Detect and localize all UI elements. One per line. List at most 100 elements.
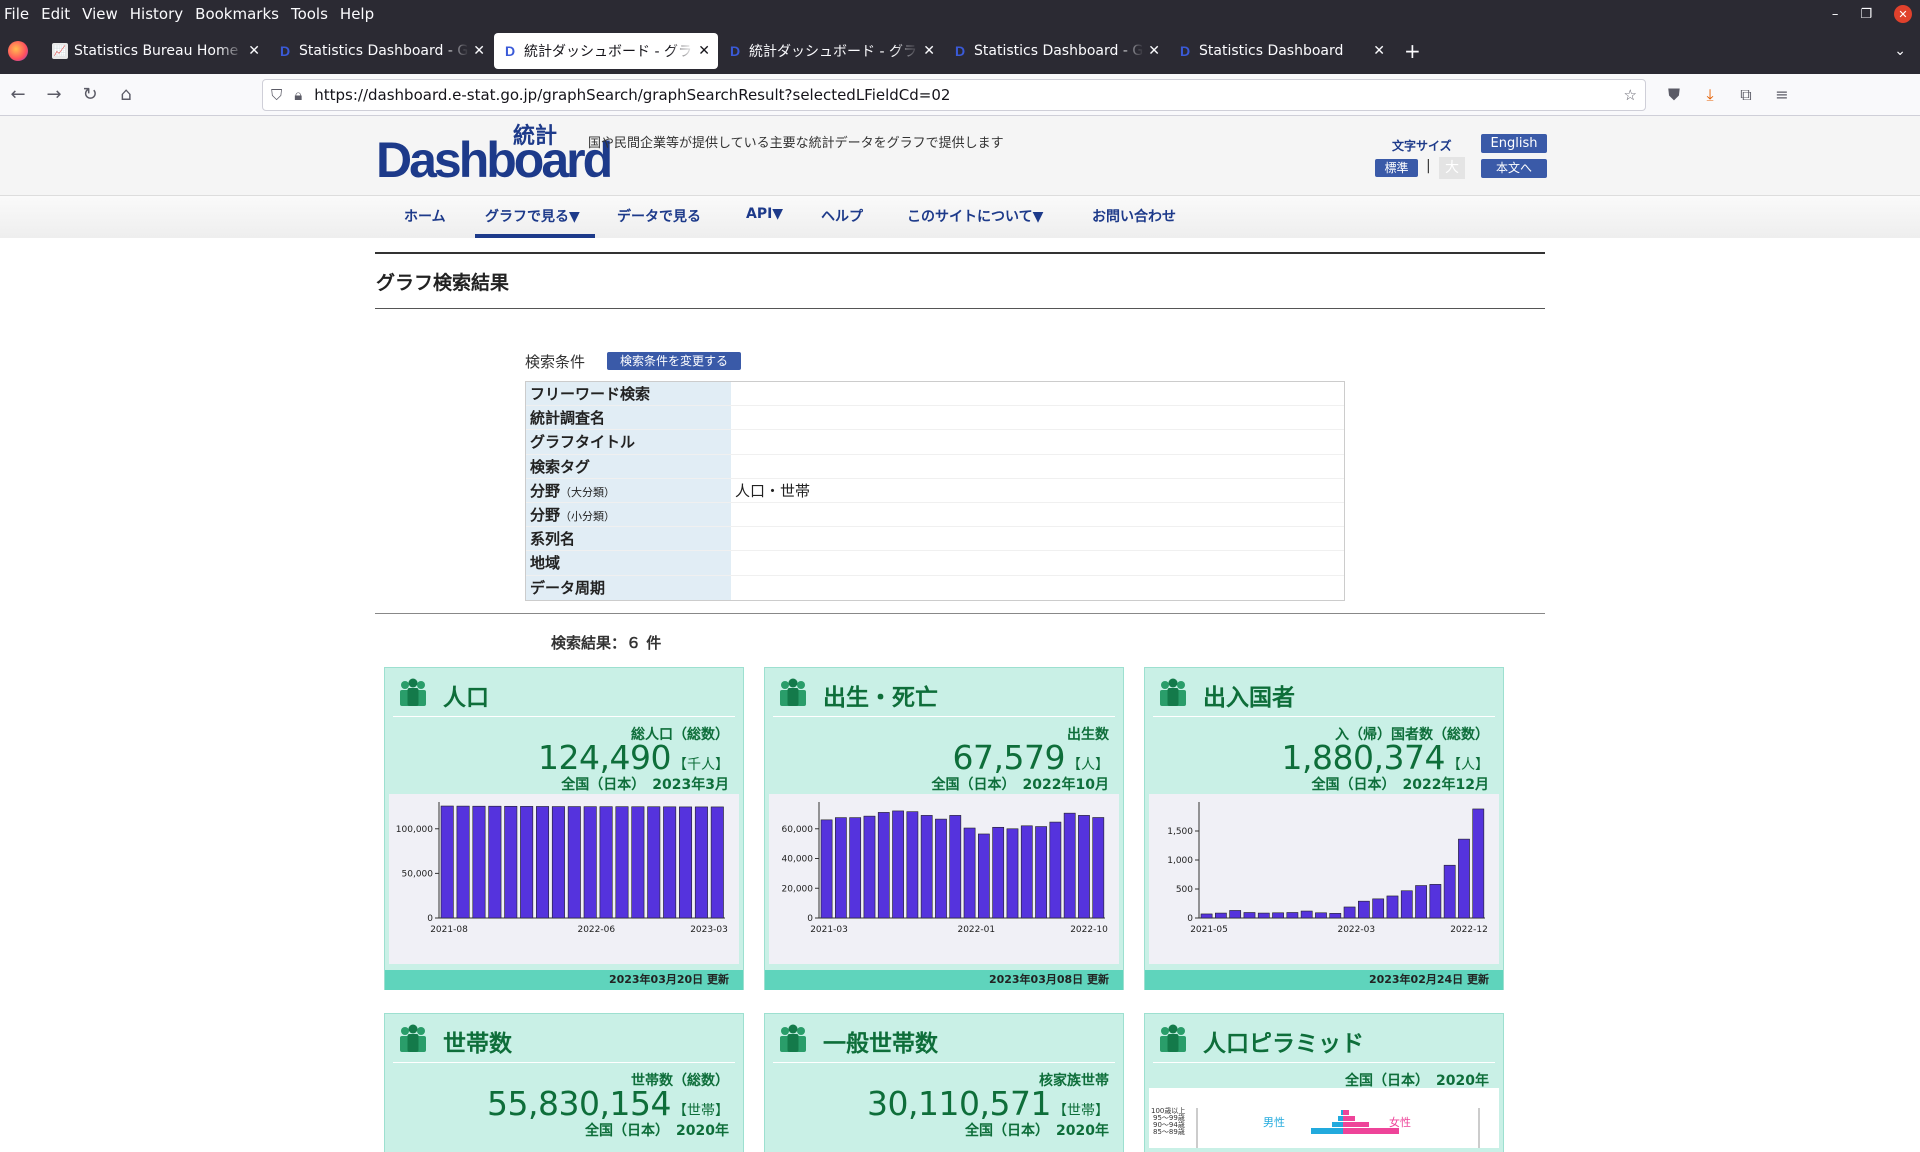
skip-to-main-button[interactable]: 本文へ — [1481, 159, 1547, 178]
nav-api[interactable]: API▼ — [746, 206, 783, 222]
population-pyramid-chart[interactable]: 100歳以上 95～99歳 90～94歳 85～89歳 男性 女性 — [1149, 1088, 1499, 1148]
bar — [1400, 890, 1413, 919]
y-tick-label: 50,000 — [402, 869, 434, 879]
people-icon — [400, 1024, 426, 1052]
pocket-icon[interactable]: ⛊ — [1658, 85, 1690, 105]
close-tab-icon[interactable]: ✕ — [248, 43, 260, 59]
lock-icon[interactable]: 🔒︎ — [294, 86, 302, 104]
change-conditions-button[interactable]: 検索条件を変更する — [607, 352, 741, 370]
card-value: 1,880,374 — [1281, 738, 1446, 777]
pyramid-bar-male — [1338, 1116, 1343, 1121]
back-icon[interactable]: ← — [0, 84, 36, 105]
font-standard-button[interactable]: 標準 — [1375, 159, 1418, 177]
dashboard-favicon-icon: D — [729, 43, 741, 59]
graph-card-households[interactable]: 世帯数 世帯数（総数） 55,830,154 【世帯】 全国（日本） 2020年 — [384, 1013, 744, 1152]
tab-statistics-bureau[interactable]: 📈 Statistics Bureau Home P ✕ — [44, 33, 268, 69]
nav-graph[interactable]: グラフで見る▼ — [485, 206, 580, 226]
condition-key: グラフタイトル — [530, 433, 636, 452]
list-all-tabs-icon[interactable]: ⌄ — [1894, 43, 1920, 59]
reload-icon[interactable]: ↻ — [72, 84, 108, 105]
bar — [892, 810, 904, 919]
condition-key: フリーワード検索 — [530, 385, 651, 403]
bar — [992, 826, 1005, 919]
bookmark-star-icon[interactable]: ☆ — [1624, 86, 1637, 104]
menu-help[interactable]: Help — [334, 5, 380, 23]
nav-help[interactable]: ヘルプ — [821, 206, 863, 226]
card-unit: 【人】 — [1447, 757, 1489, 773]
divider — [375, 613, 1545, 614]
y-tick-label: 60,000 — [782, 825, 814, 835]
bar — [551, 806, 565, 919]
graph-card-population-pyramid[interactable]: 人口ピラミッド 全国（日本） 2020年 100歳以上 95～99歳 90～94… — [1144, 1013, 1504, 1152]
card-value: 124,490 — [538, 738, 671, 777]
condition-value: 人口・世帯 — [735, 481, 811, 500]
chart-favicon-icon: 📈 — [52, 43, 68, 59]
close-tab-icon[interactable]: ✕ — [1373, 43, 1385, 59]
graph-card-population[interactable]: 人口 総人口（総数） 124,490 【千人】 全国（日本） 2023年3月 05… — [384, 667, 744, 990]
url-bar[interactable]: ⛉ 🔒︎ https://dashboard.e-stat.go.jp/grap… — [262, 78, 1646, 111]
menu-file[interactable]: File — [0, 5, 35, 23]
menu-edit[interactable]: Edit — [35, 5, 76, 23]
divider — [1153, 1062, 1495, 1063]
tab-dashboard-5[interactable]: D Statistics Dashboard ✕ — [1169, 33, 1393, 69]
firefox-icon[interactable] — [8, 41, 28, 61]
tab-dashboard-3[interactable]: D 統計ダッシュボード - グラ ✕ — [719, 33, 943, 69]
english-button[interactable]: English — [1481, 134, 1547, 153]
font-large-button[interactable]: 大 — [1439, 157, 1465, 179]
new-tab-button[interactable]: + — [1394, 39, 1431, 63]
graph-card-immigration[interactable]: 出入国者 入（帰）国者数（総数） 1,880,374 【人】 全国（日本） 202… — [1144, 667, 1504, 990]
population-bar-chart[interactable]: 0 50,000 100,000 2021-08 2022-06 2023-03 — [389, 794, 739, 964]
close-tab-icon[interactable]: ✕ — [1148, 43, 1160, 59]
x-tick-label: 2022-06 — [577, 925, 615, 935]
card-unit: 【世帯】 — [1053, 1103, 1109, 1119]
tab-title: Statistics Dashboard — [1199, 43, 1344, 59]
card-updated: 2023年03月20日 更新 — [385, 970, 743, 990]
tab-dashboard-active[interactable]: D 統計ダッシュボード - グラ ✕ — [494, 33, 718, 69]
close-tab-icon[interactable]: ✕ — [923, 43, 935, 59]
card-unit: 【人】 — [1067, 757, 1109, 773]
condition-row: グラフタイトル — [526, 430, 1344, 455]
menu-tools[interactable]: Tools — [285, 5, 334, 23]
nav-home[interactable]: ホーム — [404, 206, 446, 226]
nav-about[interactable]: このサイトについて▼ — [907, 206, 1043, 226]
card-value-group: 1,880,374 【人】 — [1282, 738, 1489, 777]
url-text[interactable]: https://dashboard.e-stat.go.jp/graphSear… — [314, 86, 1623, 104]
shield-icon[interactable]: ⛉ — [271, 86, 282, 104]
home-icon[interactable]: ⌂ — [108, 84, 144, 105]
site-header: Dashboard 統計 国や民間企業等が提供している主要な統計データをグラフで… — [0, 116, 1920, 196]
menu-view[interactable]: View — [76, 5, 124, 23]
bar — [694, 806, 708, 919]
dashboard-logo[interactable]: Dashboard 統計 — [376, 124, 613, 187]
births-bar-chart[interactable]: 0 20,000 40,000 60,000 2021-03 2022-01 2022-10 — [769, 794, 1119, 964]
bar — [1092, 817, 1105, 919]
downloads-icon[interactable]: ⤓ — [1694, 85, 1726, 105]
tab-dashboard-1[interactable]: D Statistics Dashboard - Gra ✕ — [269, 33, 493, 69]
forward-icon[interactable]: → — [36, 84, 72, 105]
minimize-button[interactable]: – — [1832, 7, 1839, 22]
pyramid-male-label: 男性 — [1263, 1115, 1285, 1129]
close-tab-icon[interactable]: ✕ — [473, 43, 485, 59]
font-size-separator: | — [1426, 158, 1431, 174]
bar — [1215, 912, 1227, 919]
graph-card-births[interactable]: 出生・死亡 出生数 67,579 【人】 全国（日本） 2022年10月 0 20,… — [764, 667, 1124, 990]
nav-contact[interactable]: お問い合わせ — [1092, 206, 1176, 226]
close-window-button[interactable]: ✕ — [1894, 5, 1912, 23]
bar — [849, 817, 862, 919]
close-tab-icon[interactable]: ✕ — [698, 43, 710, 59]
condition-key-note: （大分類） — [560, 485, 616, 499]
bar — [440, 805, 454, 919]
maximize-button[interactable]: ❐ — [1860, 7, 1872, 22]
immigration-bar-chart[interactable]: 0 500 1,000 1,500 2021-05 2022-03 2022-12 — [1149, 794, 1499, 964]
nav-data[interactable]: データで見る — [617, 206, 701, 226]
tab-dashboard-4[interactable]: D Statistics Dashboard - Gra ✕ — [944, 33, 1168, 69]
x-tick-label: 2023-03 — [690, 925, 728, 935]
x-tick-label: 2022-12 — [1450, 925, 1488, 935]
bar — [877, 812, 890, 919]
menu-bookmarks[interactable]: Bookmarks — [189, 5, 285, 23]
extensions-icon[interactable]: ⧉ — [1730, 85, 1762, 105]
menu-history[interactable]: History — [124, 5, 189, 23]
bar — [488, 805, 502, 919]
bar — [1063, 812, 1076, 919]
app-menu-icon[interactable]: ≡ — [1766, 85, 1798, 105]
graph-card-general-households[interactable]: 一般世帯数 核家族世帯 30,110,571 【世帯】 全国（日本） 2020年 — [764, 1013, 1124, 1152]
